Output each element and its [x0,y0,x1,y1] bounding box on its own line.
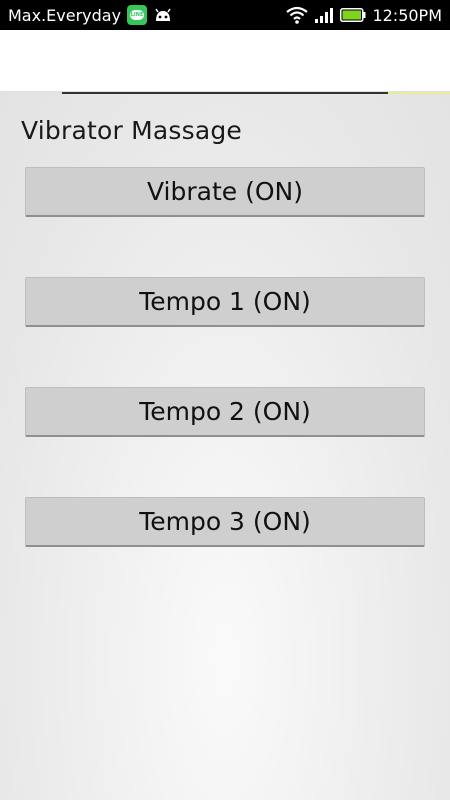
carrier-name: Max.Everyday [8,5,122,25]
vibrate-button[interactable]: Vibrate (ON) [25,167,425,217]
status-left: Max.Everyday LINE [8,5,173,25]
status-right: 12:50PM [286,6,442,25]
page-title: Vibrator Massage [21,116,242,145]
line-app-icon: LINE [127,5,148,25]
wifi-icon [286,6,309,24]
line-icon-text: LINE [130,10,145,20]
tempo-3-button[interactable]: Tempo 3 (ON) [25,497,425,547]
battery-icon [340,8,366,22]
status-bar: Max.Everyday LINE 12:50PM [0,0,450,30]
android-debug-icon [153,7,173,23]
tempo-1-button[interactable]: Tempo 1 (ON) [25,277,425,327]
signal-icon [314,6,334,24]
tempo-2-button[interactable]: Tempo 2 (ON) [25,387,425,437]
action-bar [0,30,450,93]
clock: 12:50PM [372,5,442,25]
